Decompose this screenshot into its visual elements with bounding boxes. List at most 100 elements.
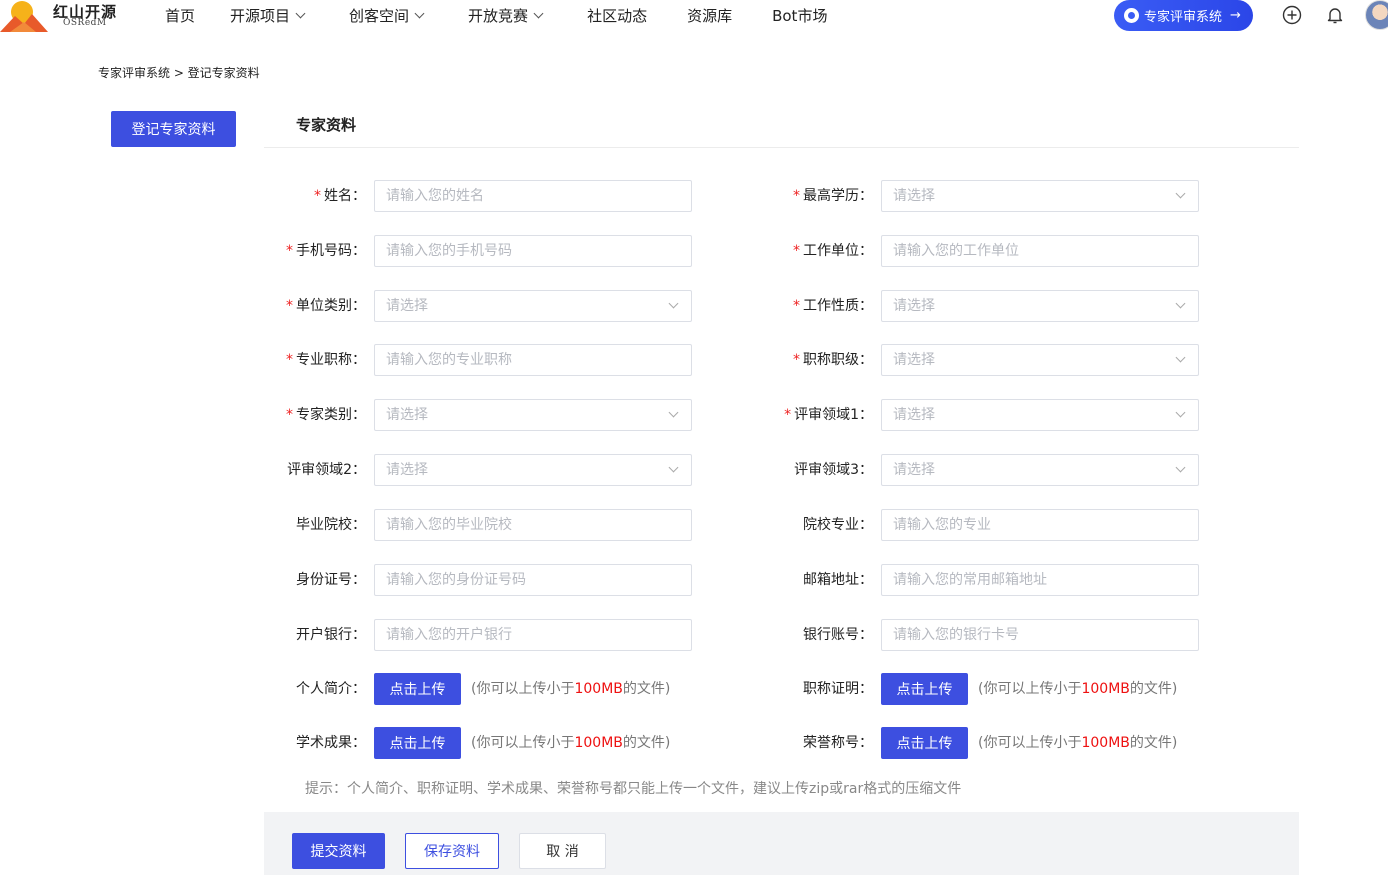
- label-colon: ：: [859, 298, 873, 314]
- nav-item-0[interactable]: 首页: [165, 5, 195, 26]
- chevron-down-icon: [295, 8, 306, 18]
- upload-note-suffix: 的文件): [1129, 681, 1178, 697]
- select-dropdown-left-5[interactable]: 请选择: [374, 454, 692, 486]
- label-colon: ：: [859, 627, 873, 643]
- text-input-right-8[interactable]: [881, 619, 1199, 651]
- text-input-left-6[interactable]: [374, 509, 692, 541]
- brand-logo[interactable]: 红山开源 OSRedM: [0, 0, 130, 32]
- field-label-text: 开户银行: [296, 627, 352, 643]
- nav-item-5[interactable]: 资源库: [687, 5, 732, 26]
- text-input-right-6[interactable]: [881, 509, 1199, 541]
- nav-item-label: Bot市场: [772, 6, 828, 25]
- nav-item-3[interactable]: 开放竞赛: [468, 5, 544, 26]
- required-asterisk: *: [286, 243, 293, 259]
- field-label-right-8: 银行账号：: [673, 619, 873, 651]
- field-label-left-2: * 单位类别：: [166, 290, 366, 322]
- text-input-left-3[interactable]: [374, 344, 692, 376]
- upload-label-text: 职称证明: [803, 681, 859, 697]
- field-label-text: 评审领域2: [287, 462, 352, 478]
- upload-note-prefix: (你可以上传小于: [978, 735, 1082, 751]
- upload-label-left-1: 学术成果：: [166, 727, 366, 759]
- upload-note-suffix: 的文件): [622, 681, 671, 697]
- nav-item-6[interactable]: Bot市场: [772, 5, 827, 26]
- upload-note-suffix: 的文件): [1129, 735, 1178, 751]
- select-dropdown-left-2[interactable]: 请选择: [374, 290, 692, 322]
- required-asterisk: *: [793, 243, 800, 259]
- field-label-text: 评审领域3: [794, 462, 859, 478]
- select-dropdown-right-4[interactable]: 请选择: [881, 399, 1199, 431]
- upload-button-left-1[interactable]: 点击上传: [374, 727, 461, 759]
- select-placeholder: 请选择: [893, 462, 935, 478]
- upload-button-right-1[interactable]: 点击上传: [881, 727, 968, 759]
- field-label-text: 邮箱地址: [803, 572, 859, 588]
- text-input-left-1[interactable]: [374, 235, 692, 267]
- brand-name-en: OSRedM: [63, 18, 107, 28]
- upload-label-right-0: 职称证明：: [673, 673, 873, 705]
- required-asterisk: *: [793, 298, 800, 314]
- select-placeholder: 请选择: [893, 188, 935, 204]
- label-colon: ：: [859, 572, 873, 588]
- label-colon: ：: [352, 627, 366, 643]
- label-colon: ：: [352, 462, 366, 478]
- field-label-left-8: 开户银行：: [166, 619, 366, 651]
- label-colon: ：: [859, 681, 873, 697]
- chevron-down-icon: [1175, 188, 1186, 199]
- field-label-text: 身份证号: [296, 572, 352, 588]
- label-colon: ：: [352, 517, 366, 533]
- submit-button[interactable]: 提交资料: [292, 833, 385, 869]
- label-colon: ：: [352, 735, 366, 751]
- select-placeholder: 请选择: [893, 298, 935, 314]
- field-label-right-2: * 工作性质：: [673, 290, 873, 322]
- label-colon: ：: [352, 572, 366, 588]
- label-colon: ：: [352, 243, 366, 259]
- upload-button-right-0[interactable]: 点击上传: [881, 673, 968, 705]
- nav-item-4[interactable]: 社区动态: [587, 5, 647, 26]
- text-input-left-7[interactable]: [374, 564, 692, 596]
- upload-label-right-1: 荣誉称号：: [673, 727, 873, 759]
- upload-note-prefix: (你可以上传小于: [978, 681, 1082, 697]
- select-dropdown-right-2[interactable]: 请选择: [881, 290, 1199, 322]
- text-input-right-7[interactable]: [881, 564, 1199, 596]
- save-button[interactable]: 保存资料: [405, 833, 499, 869]
- upload-size-note: (你可以上传小于100MB的文件): [471, 727, 670, 759]
- avatar[interactable]: [1365, 0, 1388, 30]
- cancel-button[interactable]: 取 消: [519, 833, 606, 869]
- bell-icon[interactable]: [1325, 5, 1345, 25]
- field-label-left-6: 毕业院校：: [166, 509, 366, 541]
- required-asterisk: *: [784, 407, 792, 423]
- badge-icon: [1124, 8, 1139, 23]
- upload-label-text: 荣誉称号: [803, 735, 859, 751]
- panel-divider: [264, 147, 1299, 148]
- top-header: 红山开源 OSRedM 首页 开源项目 创客空间 开放竞赛 社区动态 资源库 Bot市场 专…: [0, 0, 1388, 32]
- field-label-right-4: * 评审领域1：: [673, 399, 873, 431]
- upload-button-left-0[interactable]: 点击上传: [374, 673, 461, 705]
- field-label-text: 毕业院校: [296, 517, 352, 533]
- chevron-down-icon: [414, 8, 425, 18]
- nav-item-1[interactable]: 开源项目: [230, 5, 306, 26]
- text-input-left-8[interactable]: [374, 619, 692, 651]
- field-label-right-5: 评审领域3：: [673, 454, 873, 486]
- field-label-text: 专家类别: [296, 407, 352, 423]
- select-dropdown-left-4[interactable]: 请选择: [374, 399, 692, 431]
- select-dropdown-right-3[interactable]: 请选择: [881, 344, 1199, 376]
- nav-item-label: 开放竞赛: [468, 6, 529, 25]
- select-dropdown-right-5[interactable]: 请选择: [881, 454, 1199, 486]
- select-placeholder: 请选择: [893, 352, 935, 368]
- select-placeholder: 请选择: [386, 407, 428, 423]
- panel-title: 专家资料: [296, 116, 357, 134]
- upload-note-prefix: (你可以上传小于: [471, 735, 575, 751]
- plus-circle-icon[interactable]: [1282, 5, 1302, 25]
- text-input-right-1[interactable]: [881, 235, 1199, 267]
- upload-size-note: (你可以上传小于100MB的文件): [978, 727, 1177, 759]
- field-label-left-0: * 姓名：: [166, 180, 366, 212]
- nav-item-label: 创客空间: [349, 6, 410, 25]
- expert-review-system-button[interactable]: 专家评审系统 →: [1114, 0, 1253, 31]
- nav-item-2[interactable]: 创客空间: [349, 5, 425, 26]
- field-label-text: 最高学历: [803, 188, 859, 204]
- text-input-left-0[interactable]: [374, 180, 692, 212]
- field-label-text: 单位类别: [296, 298, 352, 314]
- select-dropdown-right-0[interactable]: 请选择: [881, 180, 1199, 212]
- upload-note-limit: 100MB: [574, 735, 623, 751]
- sidebar-item-register-expert[interactable]: 登记专家资料: [111, 111, 236, 147]
- required-asterisk: *: [793, 188, 800, 204]
